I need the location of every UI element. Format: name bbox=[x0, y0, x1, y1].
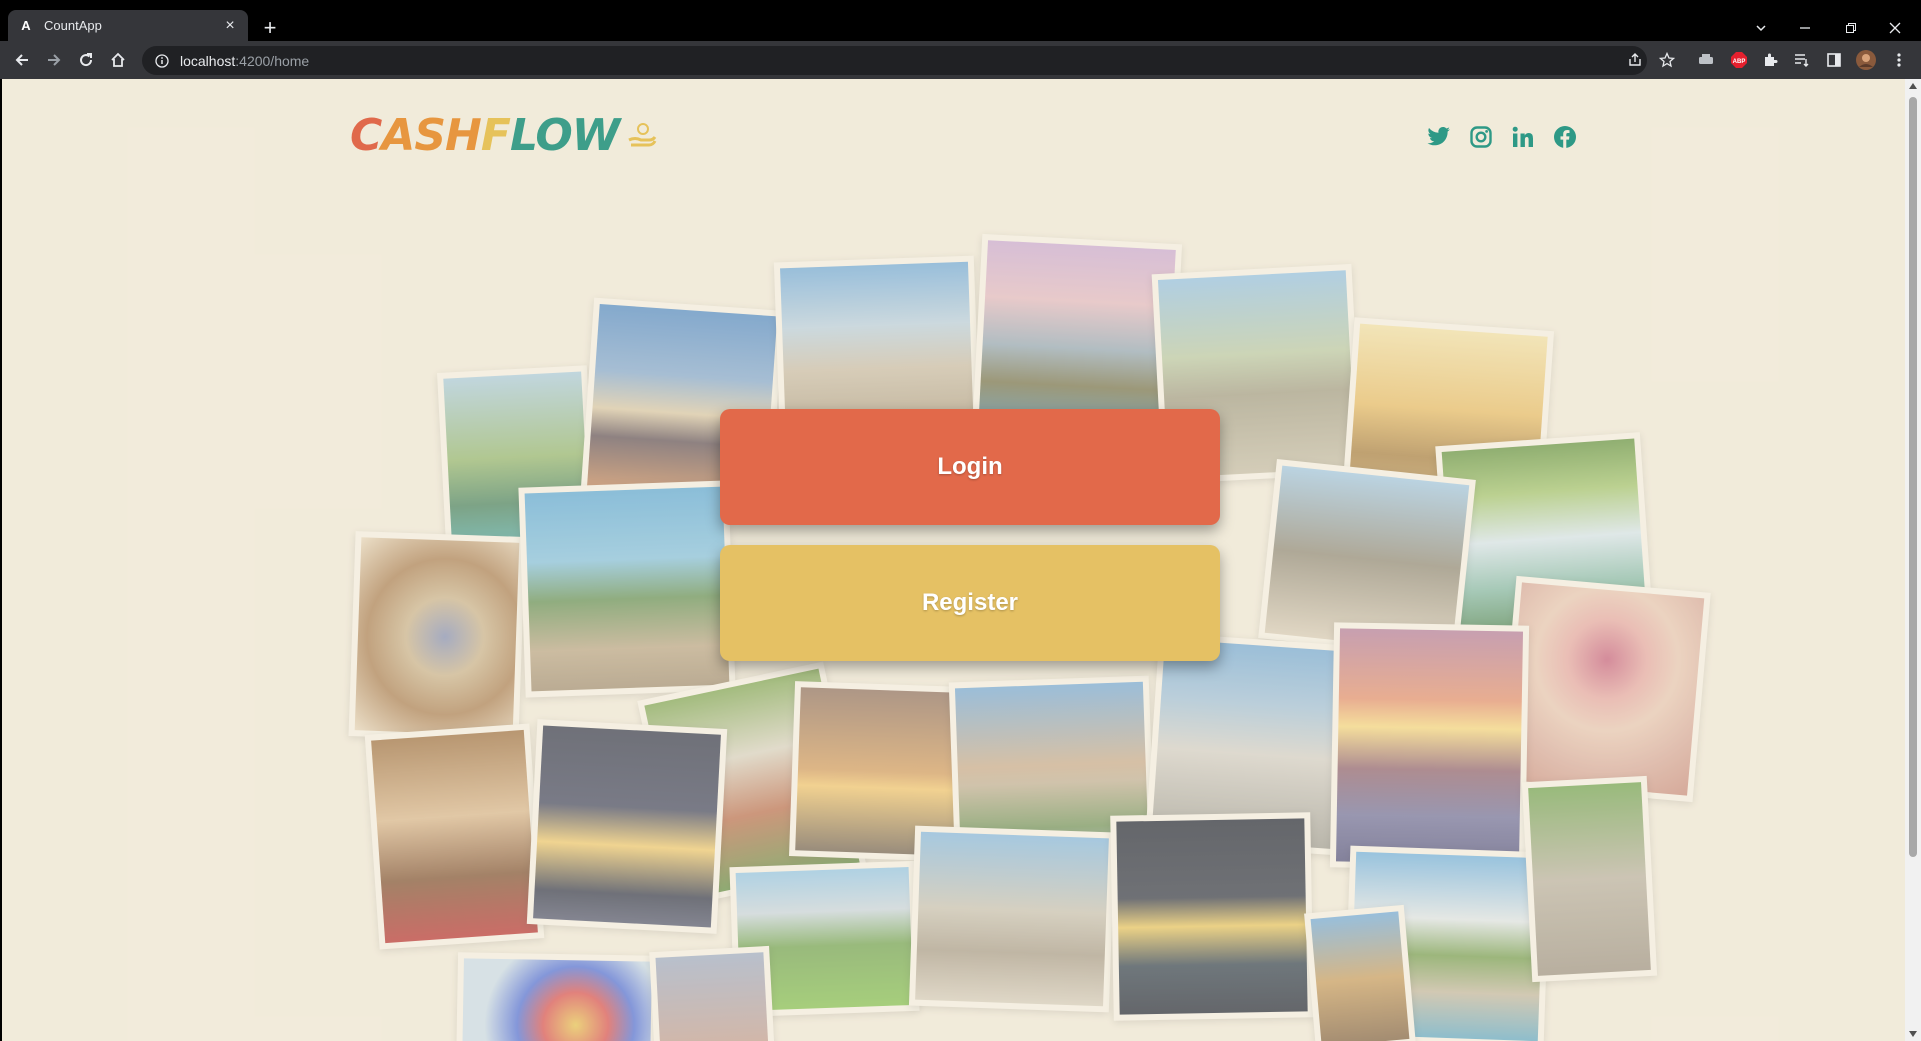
close-window-icon[interactable] bbox=[1873, 16, 1917, 40]
site-info-icon[interactable] bbox=[154, 53, 170, 69]
side-panel-icon[interactable] bbox=[1824, 50, 1844, 70]
browser-toolbar: localhost:4200/home ABP bbox=[0, 41, 1921, 79]
address-bar[interactable]: localhost:4200/home bbox=[142, 46, 1647, 75]
url-host: localhost bbox=[180, 52, 236, 69]
logo-part-2: ASH bbox=[381, 110, 482, 161]
linkedin-icon[interactable] bbox=[1509, 123, 1537, 151]
tab-title: CountApp bbox=[44, 18, 102, 33]
restore-icon[interactable] bbox=[1829, 16, 1873, 40]
tab-search-icon[interactable] bbox=[1739, 16, 1783, 40]
scroll-down-icon[interactable] bbox=[1909, 1031, 1917, 1037]
facebook-icon[interactable] bbox=[1551, 123, 1579, 151]
collage-photo bbox=[1329, 622, 1530, 871]
page-scrollbar[interactable] bbox=[1905, 79, 1921, 1041]
collage-photo bbox=[1110, 812, 1314, 1021]
browser-chrome: A CountApp × + localhost:4200/home ABP bbox=[0, 0, 1921, 79]
home-icon[interactable] bbox=[106, 48, 130, 72]
coin-hand-icon bbox=[627, 120, 657, 155]
logo-text: CASHFLOW bbox=[350, 110, 620, 161]
tab-countapp[interactable]: A CountApp × bbox=[8, 10, 248, 41]
collage-photo bbox=[526, 719, 728, 934]
tab-favicon-icon: A bbox=[21, 18, 31, 33]
menu-icon[interactable] bbox=[1889, 50, 1909, 70]
logo-part-3: F bbox=[480, 110, 511, 161]
instagram-icon[interactable] bbox=[1467, 123, 1495, 151]
tab-close-icon[interactable]: × bbox=[222, 17, 238, 34]
collage-photo bbox=[649, 945, 775, 1041]
collage-photo bbox=[1521, 775, 1658, 983]
cashflow-logo[interactable]: CASHFLOW bbox=[350, 109, 657, 161]
svg-text:ABP: ABP bbox=[1733, 59, 1746, 65]
profile-avatar[interactable] bbox=[1856, 50, 1876, 70]
scrollbar-thumb[interactable] bbox=[1909, 97, 1917, 857]
page-viewport: CASHFLOW Login Register bbox=[2, 79, 1905, 1041]
collage-photo bbox=[1498, 575, 1711, 803]
minimize-icon[interactable] bbox=[1783, 16, 1827, 40]
url-path: :4200/home bbox=[235, 52, 310, 69]
tab-bar: A CountApp × + bbox=[0, 8, 1921, 41]
twitter-icon[interactable] bbox=[1425, 123, 1453, 151]
collage-photo bbox=[348, 531, 526, 742]
scroll-up-icon[interactable] bbox=[1909, 83, 1917, 89]
back-icon[interactable] bbox=[10, 48, 34, 72]
logo-part-4: LOW bbox=[509, 110, 620, 161]
star-icon[interactable] bbox=[1657, 50, 1677, 70]
extensions-icon[interactable] bbox=[1760, 50, 1780, 70]
collage-photo bbox=[1304, 904, 1416, 1041]
register-button[interactable]: Register bbox=[720, 545, 1220, 661]
extension-printer-icon[interactable] bbox=[1696, 50, 1716, 70]
forward-icon[interactable] bbox=[42, 48, 66, 72]
adblock-icon[interactable]: ABP bbox=[1729, 50, 1749, 70]
collage-photo bbox=[908, 825, 1116, 1013]
new-tab-icon[interactable]: + bbox=[258, 15, 282, 40]
reading-list-icon[interactable] bbox=[1792, 50, 1812, 70]
reload-icon[interactable] bbox=[74, 48, 98, 72]
collage-photo bbox=[455, 952, 659, 1041]
window-top-strip bbox=[0, 0, 1921, 8]
share-icon[interactable] bbox=[1625, 50, 1645, 70]
logo-part-1: C bbox=[350, 110, 382, 161]
login-button[interactable]: Login bbox=[720, 409, 1220, 525]
collage-photo bbox=[518, 480, 736, 698]
collage-photo bbox=[364, 723, 545, 950]
